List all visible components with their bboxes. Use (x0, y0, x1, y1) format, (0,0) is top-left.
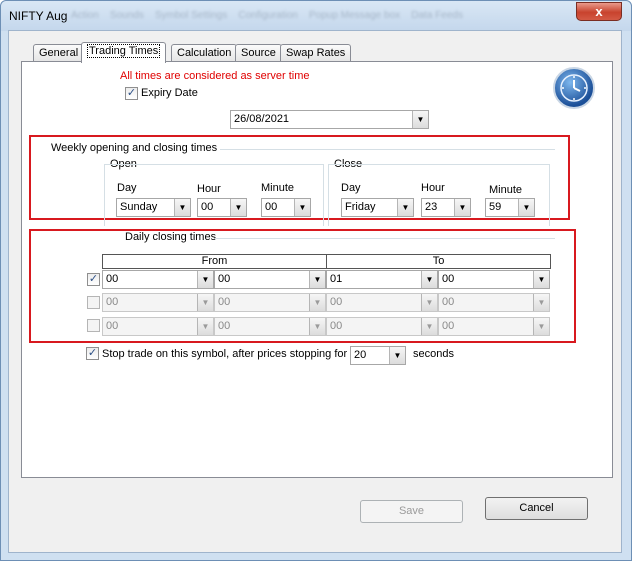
save-button[interactable]: Save (360, 500, 463, 523)
chevron-down-icon[interactable]: ▼ (309, 294, 325, 311)
close-hour-select[interactable]: 23 ▼ (421, 198, 471, 217)
daily-group-divider (215, 238, 555, 239)
weekly-group-divider (220, 149, 555, 150)
close-hour-value: 23 (425, 201, 438, 213)
close-day-value: Friday (345, 201, 376, 213)
daily-row-3-to-hour[interactable]: 00 ▼ (326, 317, 438, 336)
chevron-down-icon[interactable]: ▼ (197, 318, 213, 335)
close-button[interactable]: x (576, 2, 622, 21)
from-minute-value: 00 (218, 296, 231, 308)
daily-row-1-from-minute[interactable]: 00 ▼ (214, 270, 326, 289)
tab-general[interactable]: General (33, 44, 85, 62)
open-hour-select[interactable]: 00 ▼ (197, 198, 247, 217)
daily-row-1-checkbox[interactable]: ✓ (87, 273, 100, 286)
from-column-header: From (102, 254, 327, 269)
open-minute-label: Minute (261, 182, 295, 194)
checkmark-icon: ✓ (87, 347, 98, 359)
open-day-value: Sunday (120, 201, 158, 213)
chevron-down-icon[interactable]: ▼ (309, 271, 325, 288)
chevron-down-icon[interactable]: ▼ (533, 271, 549, 288)
title-bar[interactable]: NIFTY Aug Action Sounds Symbol Settings … (1, 1, 631, 31)
from-minute-value: 00 (218, 320, 231, 332)
close-icon: x (595, 4, 603, 19)
close-day-label: Day (341, 182, 361, 194)
chevron-down-icon[interactable]: ▼ (174, 199, 190, 216)
close-hour-label: Hour (421, 182, 445, 194)
chevron-down-icon[interactable]: ▼ (518, 199, 534, 216)
close-minute-label: Minute (489, 184, 523, 196)
daily-row-1-to-hour[interactable]: 01 ▼ (326, 270, 438, 289)
to-minute-value: 00 (442, 296, 455, 308)
from-hour-value: 00 (106, 320, 119, 332)
to-column-header: To (326, 254, 551, 269)
chevron-down-icon[interactable]: ▼ (533, 294, 549, 311)
daily-row-3-to-minute[interactable]: 00 ▼ (438, 317, 550, 336)
tab-swap-rates[interactable]: Swap Rates (280, 44, 352, 62)
close-day-select[interactable]: Friday ▼ (341, 198, 414, 217)
clock-icon (553, 67, 595, 109)
cancel-button[interactable]: Cancel (485, 497, 588, 520)
server-time-note: All times are considered as server time (120, 70, 310, 82)
expiry-date-picker[interactable]: 26/08/2021 ▼ (230, 110, 429, 129)
to-hour-value: 01 (330, 273, 343, 285)
chevron-down-icon[interactable]: ▼ (294, 199, 310, 216)
blurred-background-tabs: Action Sounds Symbol Settings Configurat… (71, 10, 463, 21)
expiry-date-value: 26/08/2021 (234, 113, 290, 125)
chevron-down-icon[interactable]: ▼ (412, 111, 428, 128)
checkmark-icon: ✓ (88, 273, 99, 285)
weekly-group-title: Weekly opening and closing times (51, 142, 218, 154)
daily-row-2-to-minute[interactable]: 00 ▼ (438, 293, 550, 312)
daily-row-3-from-hour[interactable]: 00 ▼ (102, 317, 214, 336)
stop-trade-seconds-value: 20 (354, 349, 367, 361)
daily-row-3-from-minute[interactable]: 00 ▼ (214, 317, 326, 336)
from-minute-value: 00 (218, 273, 231, 285)
chevron-down-icon[interactable]: ▼ (397, 199, 413, 216)
chevron-down-icon[interactable]: ▼ (197, 294, 213, 311)
window-title: NIFTY Aug (9, 9, 68, 23)
to-hour-value: 00 (330, 320, 343, 332)
open-hour-label: Hour (197, 183, 221, 195)
chevron-down-icon[interactable]: ▼ (197, 271, 213, 288)
expiry-date-checkbox[interactable]: ✓ (125, 87, 138, 100)
chevron-down-icon[interactable]: ▼ (309, 318, 325, 335)
stop-trade-suffix: seconds (413, 348, 454, 360)
daily-group-title: Daily closing times (125, 231, 217, 243)
open-day-label: Day (117, 182, 137, 194)
chevron-down-icon[interactable]: ▼ (533, 318, 549, 335)
stop-trade-checkbox[interactable]: ✓ (86, 347, 99, 360)
tab-calculation[interactable]: Calculation (171, 44, 238, 62)
daily-row-2-from-hour[interactable]: 00 ▼ (102, 293, 214, 312)
from-hour-value: 00 (106, 296, 119, 308)
to-minute-value: 00 (442, 320, 455, 332)
stop-trade-seconds-select[interactable]: 20 ▼ (350, 346, 406, 365)
open-hour-value: 00 (201, 201, 214, 213)
daily-row-2-from-minute[interactable]: 00 ▼ (214, 293, 326, 312)
from-hour-value: 00 (106, 273, 119, 285)
to-hour-value: 00 (330, 296, 343, 308)
tab-source[interactable]: Source (235, 44, 282, 62)
to-minute-value: 00 (442, 273, 455, 285)
close-minute-value: 59 (489, 201, 502, 213)
chevron-down-icon[interactable]: ▼ (421, 318, 437, 335)
chevron-down-icon[interactable]: ▼ (230, 199, 246, 216)
chevron-down-icon[interactable]: ▼ (421, 294, 437, 311)
close-minute-select[interactable]: 59 ▼ (485, 198, 535, 217)
open-day-select[interactable]: Sunday ▼ (116, 198, 191, 217)
daily-row-3-checkbox[interactable] (87, 319, 100, 332)
stop-trade-label: Stop trade on this symbol, after prices … (102, 348, 348, 360)
chevron-down-icon[interactable]: ▼ (421, 271, 437, 288)
daily-row-2-checkbox[interactable] (87, 296, 100, 309)
daily-row-1-to-minute[interactable]: 00 ▼ (438, 270, 550, 289)
chevron-down-icon[interactable]: ▼ (454, 199, 470, 216)
daily-row-1-from-hour[interactable]: 00 ▼ (102, 270, 214, 289)
daily-row-2-to-hour[interactable]: 00 ▼ (326, 293, 438, 312)
expiry-date-label: Expiry Date (141, 87, 198, 99)
checkmark-icon: ✓ (126, 87, 137, 99)
open-minute-value: 00 (265, 201, 278, 213)
chevron-down-icon[interactable]: ▼ (389, 347, 405, 364)
open-minute-select[interactable]: 00 ▼ (261, 198, 311, 217)
tab-trading-times[interactable]: Trading Times (81, 42, 167, 63)
